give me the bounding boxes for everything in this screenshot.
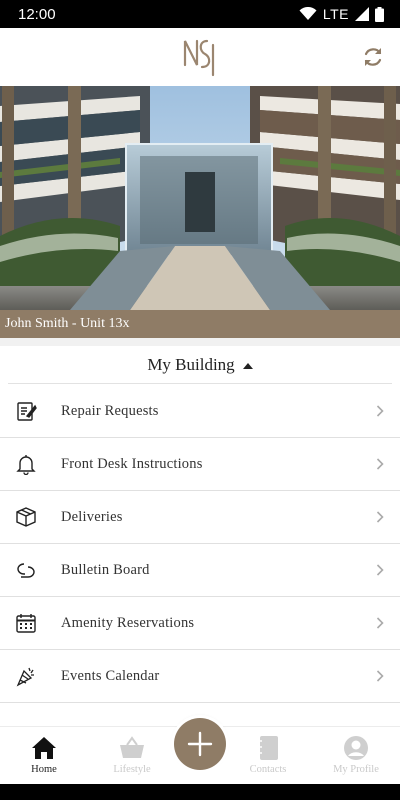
chevron-right-icon <box>376 458 384 470</box>
menu-item-label: Events Calendar <box>61 667 160 684</box>
signal-icon <box>355 7 369 21</box>
nav-lifestyle[interactable]: Lifestyle <box>92 727 172 785</box>
chevron-right-icon <box>376 511 384 523</box>
nav-home[interactable]: Home <box>4 727 84 785</box>
resident-label: John Smith - Unit 13x <box>5 316 130 331</box>
chevron-right-icon <box>376 670 384 682</box>
section-title: My Building <box>147 354 235 374</box>
hero-image <box>0 86 400 310</box>
app-header <box>0 28 400 86</box>
party-icon <box>14 664 38 688</box>
package-icon <box>14 505 38 529</box>
nav-label: Lifestyle <box>113 764 151 775</box>
menu-item-label: Amenity Reservations <box>61 614 195 631</box>
menu-item-label: Repair Requests <box>61 402 159 419</box>
refresh-icon[interactable] <box>360 44 386 70</box>
wifi-icon <box>299 7 317 20</box>
chevron-right-icon <box>376 617 384 629</box>
bell-icon <box>14 452 38 476</box>
network-type: LTE <box>322 6 349 22</box>
caret-up-icon <box>242 362 253 369</box>
building-menu: Repair Requests Front Desk Instructions … <box>0 385 400 703</box>
menu-item-amenity-reservations[interactable]: Amenity Reservations <box>0 597 400 650</box>
chevron-right-icon <box>376 564 384 576</box>
nav-my-profile[interactable]: My Profile <box>316 727 396 785</box>
menu-item-front-desk-instructions[interactable]: Front Desk Instructions <box>0 438 400 491</box>
add-button[interactable] <box>174 718 226 770</box>
nav-label: My Profile <box>333 764 379 775</box>
nav-label: Contacts <box>249 764 287 775</box>
system-navigation-bar <box>0 784 400 800</box>
nav-label: Home <box>31 764 57 775</box>
section-divider <box>0 338 400 346</box>
address-book-icon <box>257 735 279 761</box>
basket-icon <box>119 735 145 761</box>
battery-icon <box>375 6 384 22</box>
resident-info-bar: John Smith - Unit 13x <box>0 310 400 338</box>
home-icon <box>31 735 57 761</box>
menu-item-deliveries[interactable]: Deliveries <box>0 491 400 544</box>
plus-icon <box>187 731 213 757</box>
nsi-monogram-logo <box>183 39 215 77</box>
my-building-toggle[interactable]: My Building <box>8 346 392 384</box>
menu-item-bulletin-board[interactable]: Bulletin Board <box>0 544 400 597</box>
repair-form-icon <box>14 399 38 423</box>
menu-item-label: Deliveries <box>61 508 123 525</box>
chevron-right-icon <box>376 405 384 417</box>
chat-bubbles-icon <box>14 558 38 582</box>
menu-item-repair-requests[interactable]: Repair Requests <box>0 385 400 438</box>
menu-item-label: Front Desk Instructions <box>61 455 203 472</box>
profile-icon <box>343 735 369 761</box>
status-icons: LTE <box>299 6 384 22</box>
status-bar: 12:00 LTE <box>0 0 400 28</box>
nav-contacts[interactable]: Contacts <box>228 727 308 785</box>
menu-item-events-calendar[interactable]: Events Calendar <box>0 650 400 703</box>
calendar-icon <box>14 611 38 635</box>
menu-item-label: Bulletin Board <box>61 561 150 578</box>
status-time: 12:00 <box>18 5 56 23</box>
